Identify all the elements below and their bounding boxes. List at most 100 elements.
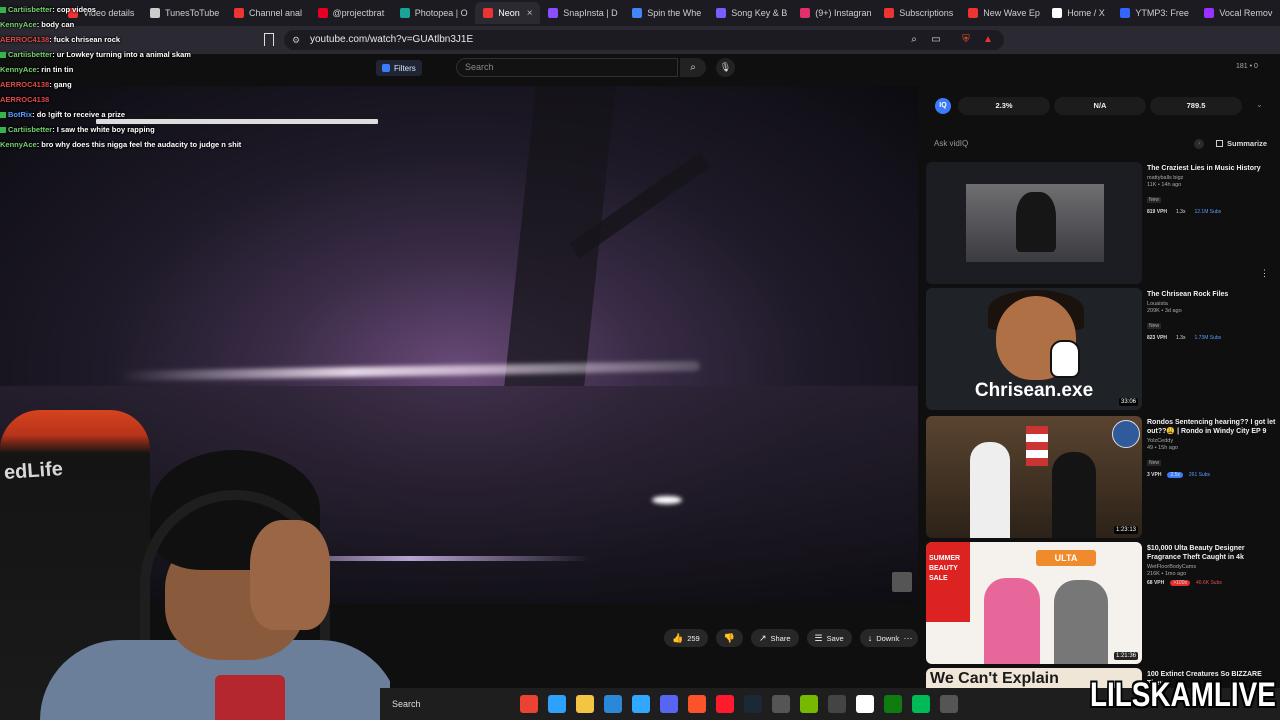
thumbnail-person	[984, 578, 1040, 664]
video-duration: 33:06	[1118, 398, 1138, 406]
app3-icon[interactable]	[940, 695, 958, 713]
browser-tab[interactable]: Spin the Whe	[624, 2, 708, 24]
video-meta: 216K • 1mo ago	[1147, 571, 1187, 577]
like-button[interactable]: 👍 259	[664, 629, 708, 647]
video-thumbnail[interactable]	[926, 162, 1142, 284]
new-badge: New	[1147, 460, 1162, 466]
video-thumbnail[interactable]: Chrisean.exe 33:06	[926, 288, 1142, 410]
video-title[interactable]: The Chrisean Rock Files	[1147, 290, 1277, 299]
chat-username: Cartiisbetter	[8, 5, 53, 14]
opera-icon[interactable]	[716, 695, 734, 713]
vidiq-logo[interactable]: IQ	[935, 98, 951, 114]
channel-name[interactable]: WetFloorBodyCams	[1147, 564, 1277, 570]
video-thumbnail[interactable]: 1:23:13	[926, 416, 1142, 538]
windy-city-seal-icon	[1112, 420, 1140, 448]
hand-cursor-icon	[1050, 340, 1080, 378]
browser-tab[interactable]: Home / X	[1044, 2, 1112, 24]
mic-icon: 🎙	[719, 62, 732, 72]
video-title[interactable]: The Craziest Lies in Music History	[1147, 164, 1277, 173]
tab-label: New Wave Ep	[983, 8, 1040, 18]
browser-tab[interactable]: SnapInsta | D	[540, 2, 624, 24]
browser-tab[interactable]: Subscriptions	[876, 2, 960, 24]
rewards-icon[interactable]: ▲	[982, 34, 994, 46]
browser-tab[interactable]: Vocal Remov	[1196, 2, 1280, 24]
vidiq-video-stats: 68 VPH >100x 40.6K Subs	[1147, 580, 1277, 586]
thumbs-up-icon: 👍	[672, 632, 684, 643]
video-thumbnail[interactable]: SUMMER BEAUTY SALE ULTA 1:21:36	[926, 542, 1142, 664]
chat-text: : rin tin tin	[36, 65, 74, 74]
search-input[interactable]: Search	[456, 58, 678, 77]
discord-icon[interactable]	[660, 695, 678, 713]
chrome-icon[interactable]	[520, 695, 538, 713]
subs-stat: 40.6K Subs	[1196, 580, 1222, 586]
video-info: The Craziest Lies in Music History matty…	[1147, 164, 1277, 215]
vidiq-video-stats: 3 VPH 2.5x 261 Subs	[1147, 472, 1277, 478]
video-title[interactable]: $10,000 Ulta Beauty Designer Fragrance T…	[1147, 544, 1277, 562]
new-badge: New	[1147, 323, 1162, 329]
video-info: $10,000 Ulta Beauty Designer Fragrance T…	[1147, 544, 1277, 586]
chat-username: AERROC4138	[0, 80, 50, 89]
send-icon[interactable]: ›	[1194, 139, 1204, 149]
chevron-down-icon[interactable]: ⌄	[1256, 100, 1263, 109]
steam-icon[interactable]	[744, 695, 762, 713]
vph-stat: 68 VPH	[1147, 580, 1165, 586]
recommended-video[interactable]: 1:23:13 Rondos Sentencing hearing?? I go…	[926, 416, 1276, 540]
chat-username: BotRix	[8, 110, 33, 119]
nvidia-icon[interactable]	[800, 695, 818, 713]
video-title[interactable]: Rondos Sentencing hearing?? I got let ou…	[1147, 418, 1277, 436]
summarize-button[interactable]: Summarize	[1216, 139, 1267, 148]
save-button[interactable]: ☰ Save	[806, 629, 852, 647]
tab-label: Home / X	[1067, 8, 1105, 18]
browser-tab[interactable]: YTMP3: Free	[1112, 2, 1196, 24]
xbox-icon[interactable]	[884, 695, 902, 713]
tab-favicon-icon	[483, 8, 494, 18]
app-icon[interactable]	[772, 695, 790, 713]
browser-tab[interactable]: (9+) Instagran	[792, 2, 876, 24]
voice-search-button[interactable]: 🎙	[716, 58, 735, 77]
recommended-video[interactable]: Chrisean.exe 33:06 The Chrisean Rock Fil…	[926, 288, 1276, 412]
share-icon: ↗	[758, 632, 767, 643]
photoshop-icon[interactable]	[632, 695, 650, 713]
video-duration: 1:21:36	[1113, 652, 1138, 660]
app2-icon[interactable]	[912, 695, 930, 713]
browser-tab[interactable]: Neon ×	[475, 2, 541, 24]
more-actions-button[interactable]: ⋯	[899, 629, 917, 647]
zoom-icon[interactable]: ⌕	[908, 34, 920, 46]
chat-message: AERROC4138: fuck chrisean rock	[0, 32, 380, 47]
share-button[interactable]: ↗ Share	[750, 629, 799, 647]
more-vertical-icon[interactable]: ⋮	[1260, 268, 1269, 279]
tab-favicon-icon	[632, 8, 643, 18]
close-tab-icon[interactable]: ×	[527, 8, 533, 19]
url-field[interactable]: youtube.com/watch?v=GUAtlbn3J1E	[284, 30, 1004, 50]
browser-tab[interactable]: Song Key & B	[708, 2, 792, 24]
recommended-video[interactable]: SUMMER BEAUTY SALE ULTA 1:21:36 $10,000 …	[926, 542, 1276, 666]
reader-view-icon[interactable]: ▭	[930, 34, 942, 46]
browser-tab[interactable]: New Wave Ep	[960, 2, 1044, 24]
channel-name[interactable]: Louaista	[1147, 301, 1277, 307]
taskbar-search[interactable]: Search	[388, 694, 508, 714]
recommended-video[interactable]: The Craziest Lies in Music History matty…	[926, 162, 1276, 286]
browser-tab[interactable]: Photopea | O	[392, 2, 475, 24]
ask-vidiq-input[interactable]: Ask vidIQ	[928, 136, 1212, 152]
video-action-bar: 👍 259 👎 ↗ Share ☰ Save ↓ Download	[664, 629, 918, 647]
chat-message: AERROC4138: gang	[0, 77, 380, 92]
channel-name[interactable]: YolzCeddy	[1147, 438, 1277, 444]
brave-icon[interactable]	[688, 695, 706, 713]
channel-name[interactable]: mattyballs bigz	[1147, 175, 1277, 181]
copilot-icon[interactable]	[548, 695, 566, 713]
4k-icon[interactable]	[828, 695, 846, 713]
dislike-button[interactable]: 👎	[715, 629, 743, 647]
summarize-label: Summarize	[1227, 139, 1268, 148]
chat-text: : fuck chrisean rock	[49, 35, 121, 44]
store-icon[interactable]	[604, 695, 622, 713]
video-info: Rondos Sentencing hearing?? I got let ou…	[1147, 418, 1277, 478]
chat-username: AERROC4138	[0, 95, 50, 104]
capcut-icon[interactable]	[856, 695, 874, 713]
filters-button[interactable]: Filters	[376, 60, 422, 76]
brave-shield-icon[interactable]: ⛨	[960, 34, 972, 46]
files-icon[interactable]	[576, 695, 594, 713]
screen: Video details TunesToTube Channel anal @pro…	[0, 0, 1280, 720]
search-button[interactable]: ⌕	[680, 58, 706, 77]
tab-favicon-icon	[1204, 8, 1215, 18]
channel-avatar[interactable]	[892, 572, 912, 592]
